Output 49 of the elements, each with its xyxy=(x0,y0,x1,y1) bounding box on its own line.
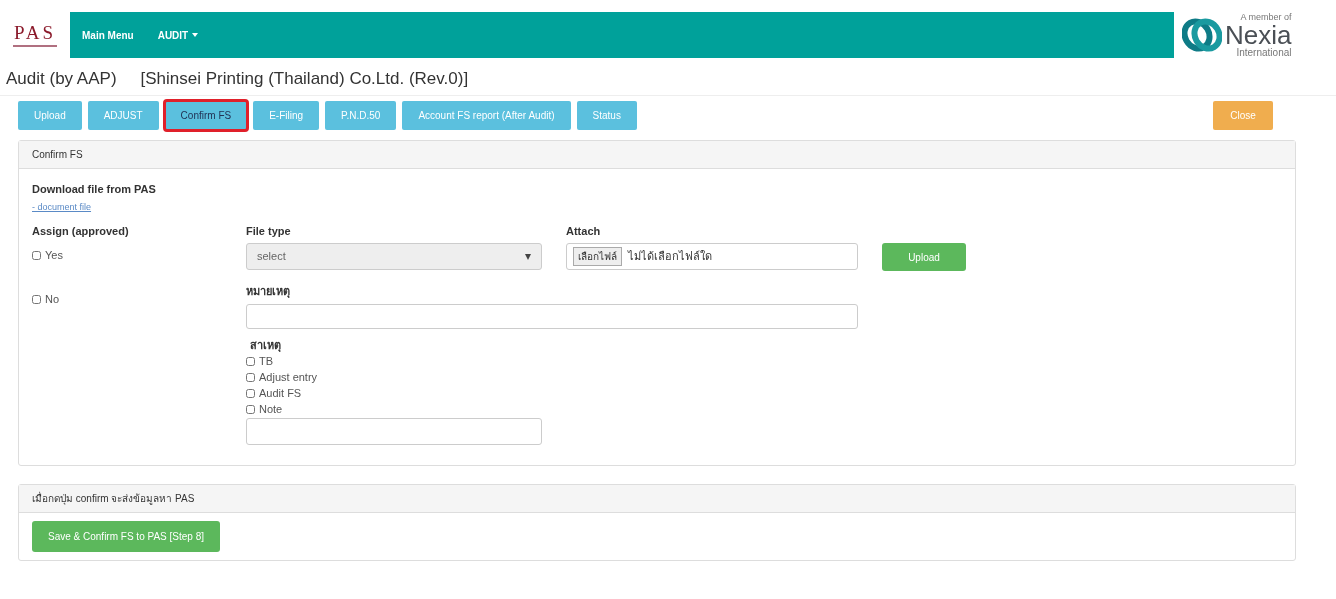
checkbox[interactable] xyxy=(32,250,41,260)
close-button[interactable]: Close xyxy=(1213,100,1273,130)
company-name: [Shinsei Printing (Thailand) Co.Ltd. (Rev.0)] xyxy=(140,68,469,90)
file-status-text: ไม่ได้เลือกไฟล์ใด xyxy=(628,249,712,265)
logo[interactable]: PAS xyxy=(0,12,70,58)
note-field[interactable] xyxy=(246,418,542,445)
checkbox-label: Audit FS xyxy=(259,385,302,401)
panel-header: เมื่อกดปุ่ม confirm จะส่งข้อมูลหา PAS xyxy=(19,485,1295,513)
tab[interactable]: Confirm FS xyxy=(164,100,248,130)
partner-name: Nexia xyxy=(1225,21,1292,48)
tab[interactable]: Upload xyxy=(18,100,82,130)
checkbox-label: TB xyxy=(259,353,274,369)
field-label: Attach xyxy=(566,223,602,239)
partner-caption: A member of xyxy=(1240,12,1292,22)
checkbox[interactable] xyxy=(32,294,41,304)
save-confirm-button[interactable]: Save & Confirm FS to PAS [Step 8] xyxy=(32,521,220,552)
checkbox-label: Yes xyxy=(45,247,63,263)
field-label: หมายเหตุ xyxy=(246,284,291,300)
field-label: สาเหตุ xyxy=(250,337,282,353)
tab[interactable]: P.N.D.50 xyxy=(325,100,397,130)
tab[interactable]: Status xyxy=(576,100,637,130)
field-label: File type xyxy=(246,223,292,239)
panel-header: Confirm FS xyxy=(19,140,1295,169)
checkbox[interactable] xyxy=(246,372,255,382)
partner-caption: International xyxy=(1236,47,1292,58)
tab[interactable]: E-Filing xyxy=(253,100,320,130)
checkbox-label: Adjust entry xyxy=(259,369,318,385)
checkbox[interactable] xyxy=(246,356,255,366)
select-field[interactable]: select xyxy=(246,243,542,270)
select-value: select xyxy=(257,249,286,265)
page-title: Audit (by AAP) xyxy=(6,68,117,90)
caret-icon xyxy=(192,33,199,37)
choose-file-button[interactable]: เลือกไฟล์ xyxy=(573,247,622,266)
dropdown-arrow-icon xyxy=(525,253,531,260)
tab[interactable]: Account FS report (After Audit) xyxy=(402,100,571,130)
checkbox[interactable] xyxy=(246,388,255,398)
upload-button[interactable]: Upload xyxy=(882,243,966,271)
checkbox-label: Note xyxy=(259,401,283,417)
rings-logo-icon xyxy=(1182,18,1222,52)
file-field[interactable]: เลือกไฟล์ ไม่ได้เลือกไฟล์ใด xyxy=(566,243,858,270)
tab[interactable]: ADJUST xyxy=(87,100,159,130)
document-link[interactable]: - document file xyxy=(32,201,92,215)
field-label: Assign (approved) xyxy=(32,223,130,239)
checkbox[interactable] xyxy=(246,404,255,414)
checkbox-label: No xyxy=(45,291,60,307)
section-label: Download file from PAS xyxy=(32,181,157,197)
remark-field[interactable] xyxy=(246,303,858,329)
menu-link[interactable]: Main Menu xyxy=(70,12,146,58)
menu-link[interactable]: AUDIT xyxy=(145,12,211,58)
